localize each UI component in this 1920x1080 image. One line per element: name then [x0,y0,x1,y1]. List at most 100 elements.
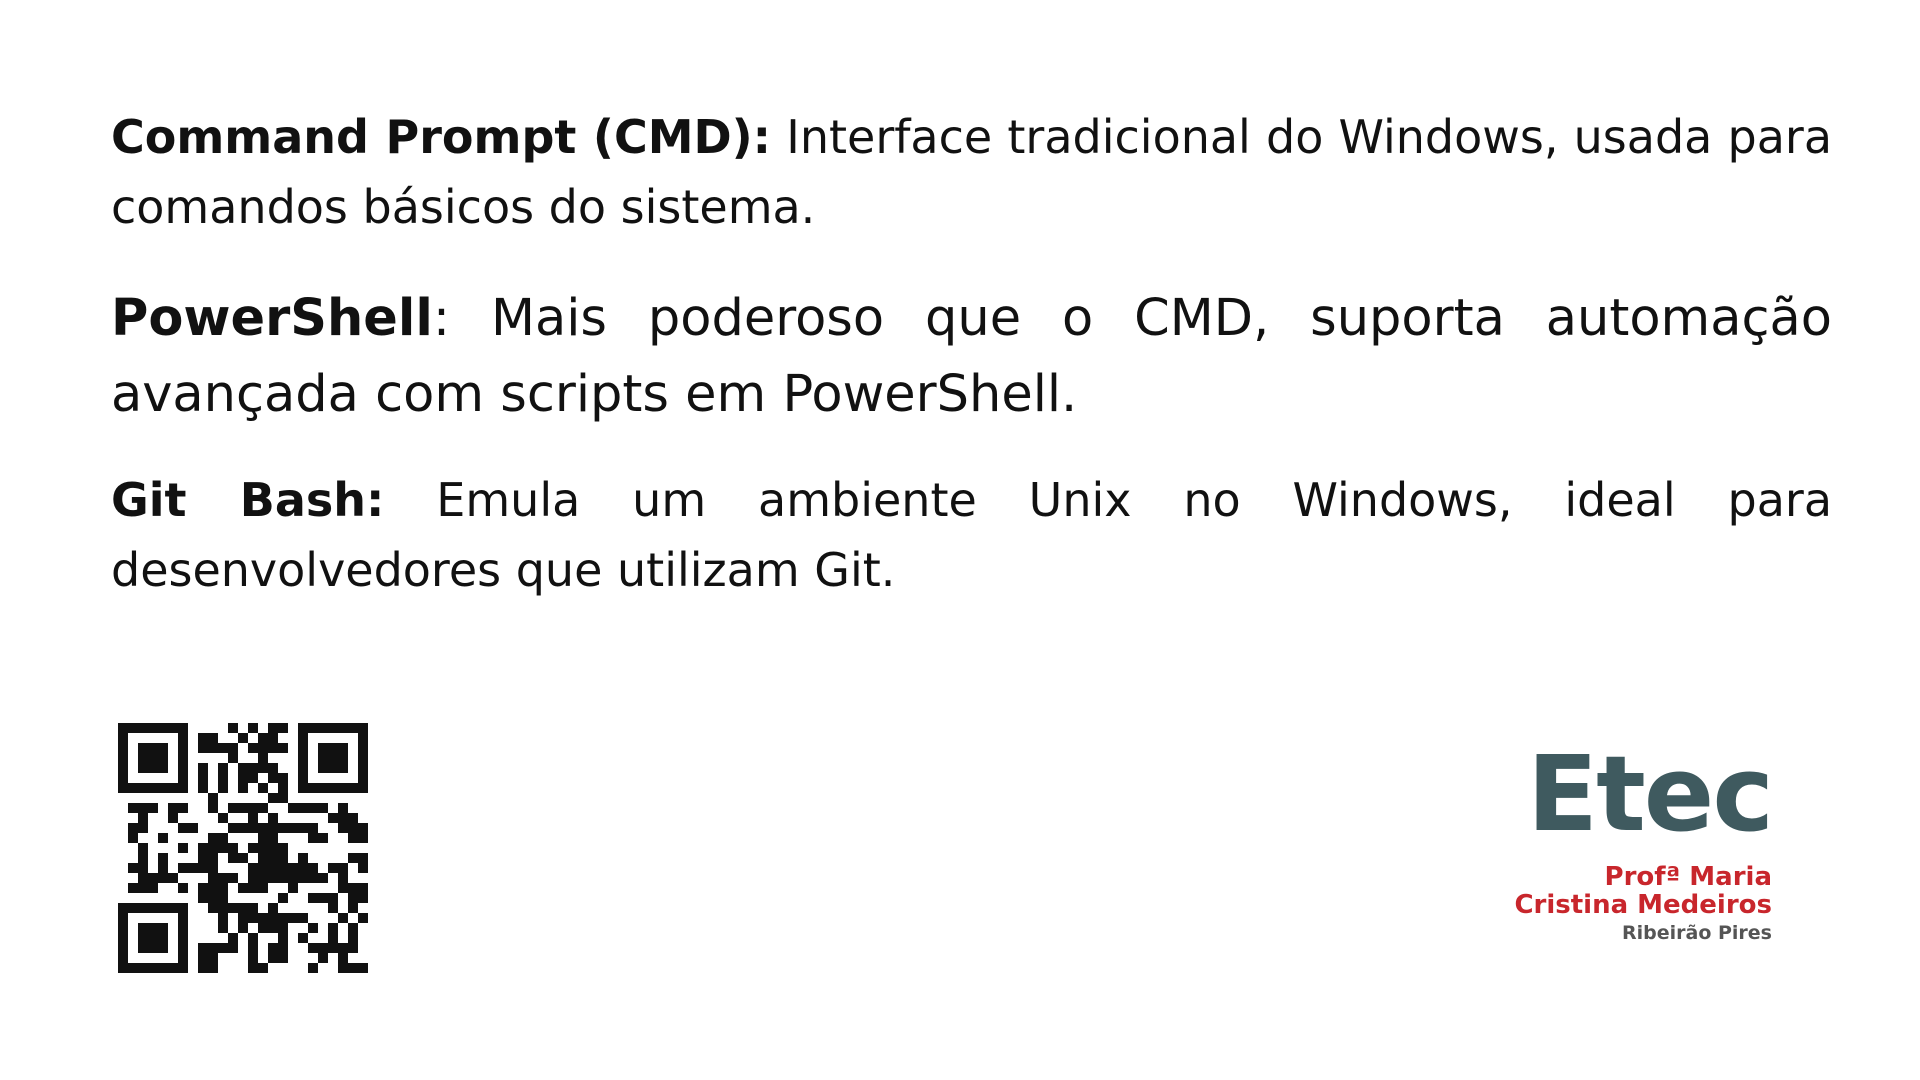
qr-module [268,793,278,803]
qr-module [208,883,218,893]
qr-module [208,963,218,973]
qr-module [268,913,278,923]
qr-module [348,923,358,933]
qr-module [348,883,358,893]
qr-module [218,873,228,883]
qr-module [318,943,328,953]
qr-module [148,783,158,793]
qr-module [128,883,138,893]
qr-module [278,853,288,863]
qr-module [268,813,278,823]
qr-module [268,843,278,853]
qr-module [268,743,278,753]
qr-module [208,953,218,963]
qr-module [298,743,308,753]
qr-module [158,933,168,943]
qr-module [298,803,308,813]
qr-code-icon[interactable] [118,723,368,973]
qr-module [268,873,278,883]
qr-module [328,923,338,933]
qr-module [198,953,208,963]
qr-module [258,963,268,973]
qr-module [228,843,238,853]
qr-module [358,753,368,763]
qr-module [338,753,348,763]
qr-module [178,863,188,873]
qr-module [168,803,178,813]
qr-module [298,723,308,733]
qr-module [148,753,158,763]
qr-module [298,913,308,923]
term-git-bash: Git Bash: [111,473,385,527]
qr-module [338,823,348,833]
qr-module [178,733,188,743]
qr-module [358,883,368,893]
qr-module [178,783,188,793]
qr-module [338,913,348,923]
qr-module [268,833,278,843]
qr-module [198,853,208,863]
qr-module [238,913,248,923]
qr-module [128,863,138,873]
qr-module [208,943,218,953]
qr-module [158,753,168,763]
qr-module [198,733,208,743]
qr-module [138,903,148,913]
qr-module [338,723,348,733]
qr-module [118,933,128,943]
qr-module [358,833,368,843]
qr-module [258,873,268,883]
qr-module [348,903,358,913]
qr-module [278,923,288,933]
qr-module [358,733,368,743]
qr-module [358,773,368,783]
qr-module [198,893,208,903]
qr-module [138,923,148,933]
qr-module [238,903,248,913]
qr-module [128,823,138,833]
qr-module [148,763,158,773]
qr-module [118,953,128,963]
qr-module [208,893,218,903]
qr-module [258,733,268,743]
qr-module [178,753,188,763]
qr-module [208,743,218,753]
qr-module [248,723,258,733]
qr-module [348,853,358,863]
qr-module [328,943,338,953]
qr-module [208,843,218,853]
qr-module [118,913,128,923]
qr-module [128,903,138,913]
qr-module [278,823,288,833]
qr-module [218,843,228,853]
qr-module [268,733,278,743]
qr-module [348,823,358,833]
qr-module [278,723,288,733]
qr-module [148,923,158,933]
qr-module [178,943,188,953]
qr-module [228,853,238,863]
qr-module [178,843,188,853]
qr-module [138,753,148,763]
qr-module [168,963,178,973]
qr-module [228,723,238,733]
qr-module [338,943,348,953]
qr-module [318,873,328,883]
qr-module [208,853,218,863]
qr-module [138,743,148,753]
qr-module [298,853,308,863]
qr-module [318,723,328,733]
qr-module [258,883,268,893]
qr-module [288,873,298,883]
qr-module [168,813,178,823]
qr-module [138,823,148,833]
qr-module [168,783,178,793]
qr-module [328,813,338,823]
qr-module [258,923,268,933]
qr-module [198,783,208,793]
qr-module [298,873,308,883]
qr-module [118,773,128,783]
qr-module [158,743,168,753]
qr-module [178,763,188,773]
qr-module [258,753,268,763]
